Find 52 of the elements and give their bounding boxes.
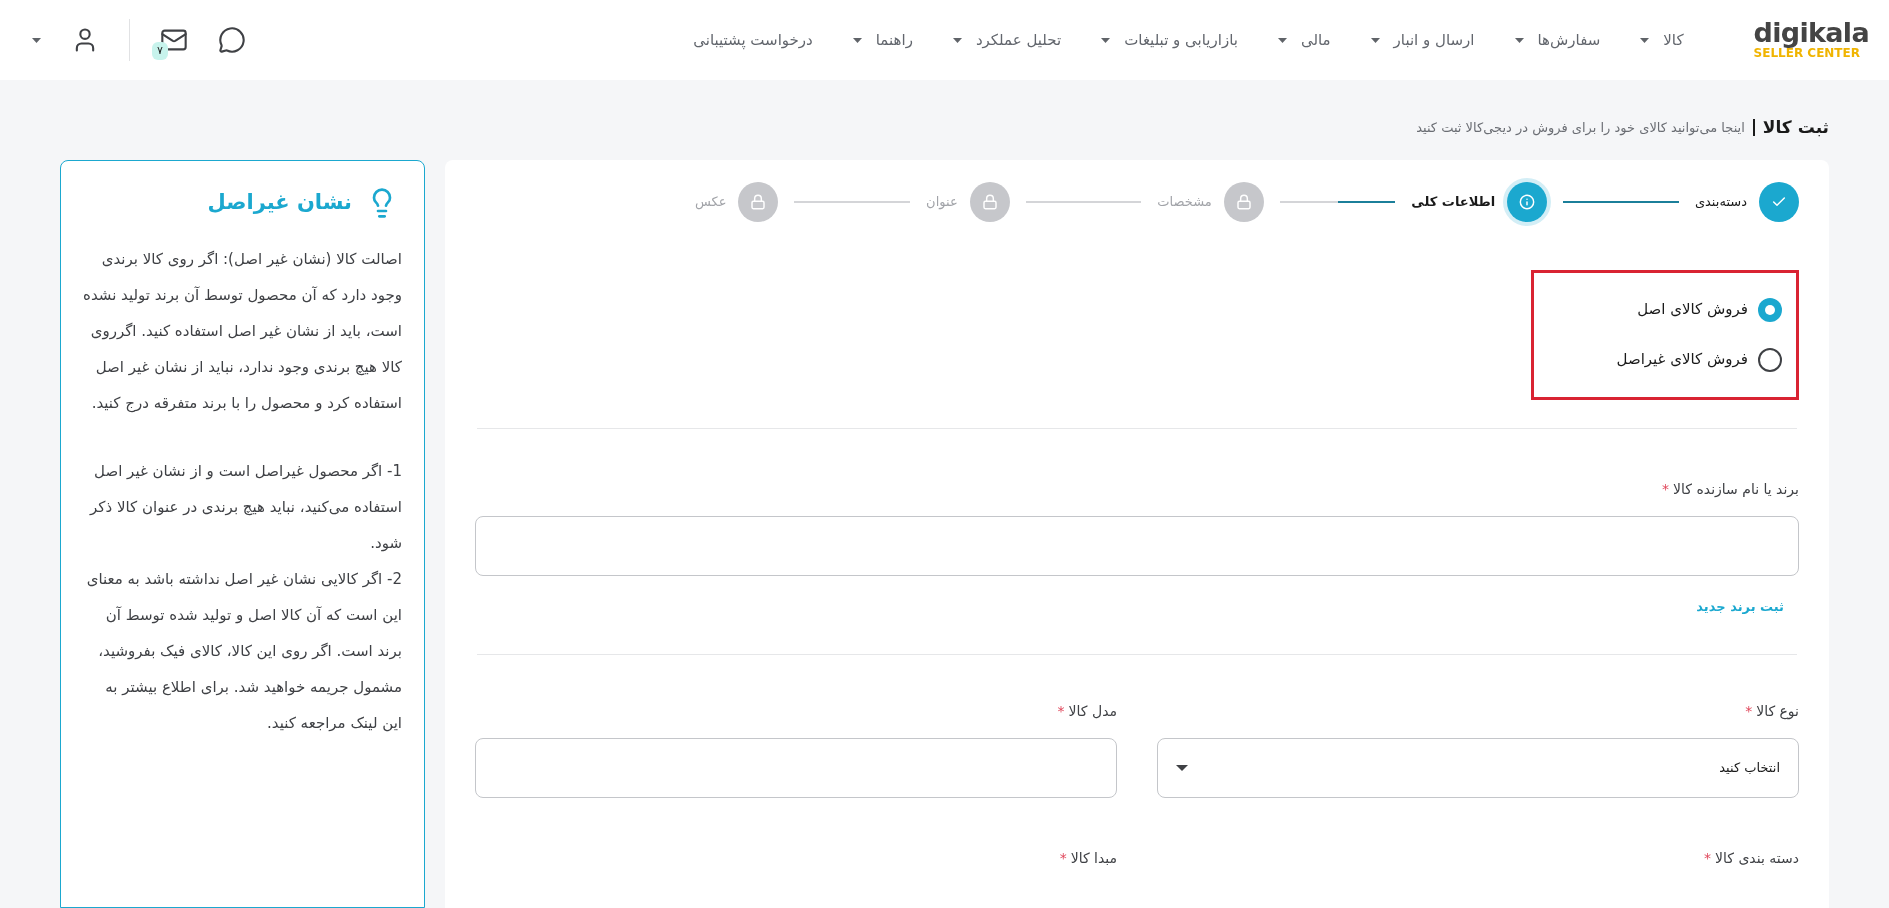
required-mark: * [1059, 848, 1067, 868]
nav-item[interactable]: ارسال و انبار [1370, 28, 1475, 52]
nav-item[interactable]: تحلیل عملکرد [952, 28, 1062, 52]
radio-option[interactable]: فروش کالای اصل [1548, 297, 1782, 322]
brand-input[interactable] [475, 515, 1799, 576]
lock-icon [1235, 193, 1252, 210]
step-label: اطلاعات کلی [1411, 192, 1496, 211]
help-title: نشان غیراصل [207, 188, 352, 216]
step-label: عنوان [926, 192, 958, 212]
caret-icon [1640, 37, 1650, 43]
step-label: عکس [694, 192, 727, 212]
help-paragraph: 2- اگر کالایی نشان غیر اصل نداشته باشد به معنای این است که آن کالا اصل و تولید شده توسط آن برند است. اگر روی این کالا، کالای فیک بفروشید، مشمول جریمه خواهید شد. برای اطلاع بیشتر به این لینک مراجعه کنید. [85, 568, 402, 734]
nav-item[interactable]: درخواست پشتیبانی [693, 28, 813, 52]
nav-item[interactable]: کالا [1640, 28, 1684, 52]
required-mark: * [1704, 848, 1712, 868]
step-label: مشخصات [1157, 192, 1212, 211]
mail-badge: ۷ [152, 42, 168, 60]
required-mark: * [1057, 701, 1065, 721]
field-label: دسته بندی کالا [1715, 848, 1799, 868]
chat-icon[interactable] [218, 26, 246, 54]
step-label: دسته‌بندی [1694, 192, 1747, 211]
caret-icon [1514, 37, 1524, 43]
required-mark: * [1662, 479, 1670, 499]
caret-icon [1176, 764, 1188, 771]
lock-icon [750, 193, 767, 210]
lock-icon [981, 193, 998, 210]
info-icon [1519, 193, 1536, 210]
field-label: مدل کالا [1068, 701, 1117, 721]
nav-item[interactable]: راهنما [852, 28, 913, 52]
page-title: ثبت کالا [1752, 119, 1829, 137]
caret-icon [1101, 37, 1111, 43]
caret-icon [852, 37, 862, 43]
caret-icon [32, 37, 41, 43]
type-select[interactable]: انتخاب کنید [1157, 737, 1799, 798]
radio-option[interactable]: فروش کالای غیراصل [1548, 347, 1782, 372]
radio-button[interactable] [1758, 297, 1782, 322]
nav-item[interactable]: مالی [1277, 28, 1331, 52]
model-input[interactable] [475, 737, 1117, 798]
caret-icon [952, 37, 962, 43]
help-paragraph: اصالت کالا (نشان غیر اصل): اگر روی کالا برندی وجود دارد که آن محصول توسط آن برند تولید نشده است، باید از نشان غیر اصل استفاده کنید. اگرروی کالا هیچ برندی وجود ندارد، نباید از نشان غیر اصل استفاده کرد و محصول را با برند متفرقه درج کنید. [83, 248, 402, 415]
field-label: نوع کالا [1756, 701, 1799, 722]
help-paragraph: 1- اگر محصول غیراصل است و از نشان غیر اصل استفاده می‌کنید، نباید هیچ برندی در عنوان کالا ذکر شود. [88, 460, 402, 554]
radio-button[interactable] [1758, 347, 1782, 372]
logo-wordmark[interactable]: digikala [1753, 19, 1869, 46]
field-label: برند یا نام سازنده کالا [1673, 479, 1799, 500]
caret-icon [1277, 37, 1287, 43]
nav-item[interactable]: بازاریابی و تبلیغات [1101, 28, 1238, 52]
required-mark: * [1745, 701, 1753, 721]
page-subtitle: اینجا می‌توانید کالای خود را برای فروش در دیجی‌کالا ثبت کنید [1416, 119, 1745, 138]
nav-item[interactable]: سفارش‌ها [1514, 28, 1601, 52]
field-label: مبدا کالا [1070, 848, 1117, 868]
caret-icon [1370, 37, 1380, 43]
